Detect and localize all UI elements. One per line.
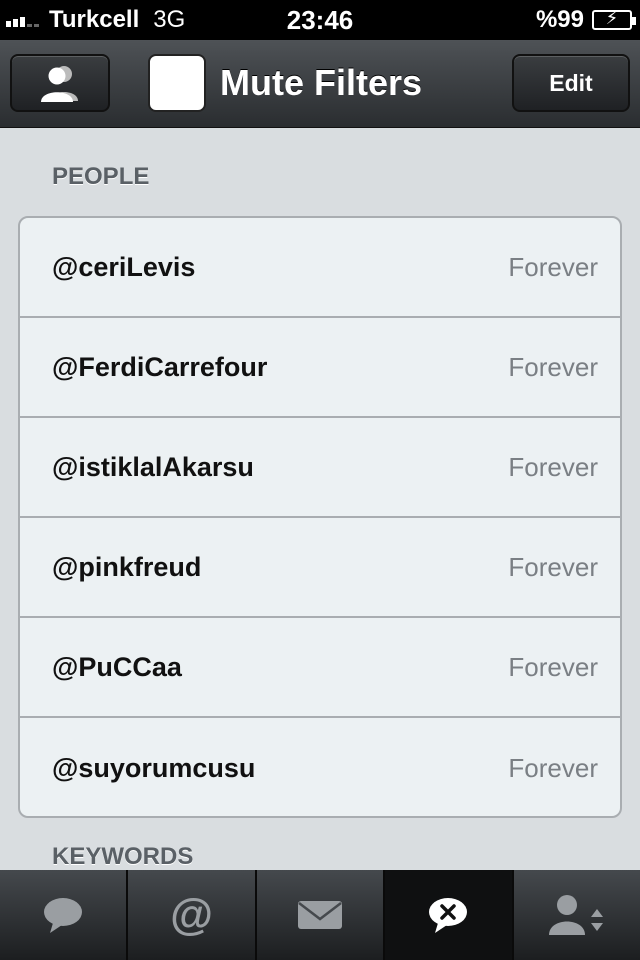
list-item[interactable]: @FerdiCarrefour Forever <box>20 318 620 418</box>
accounts-button[interactable] <box>10 54 110 112</box>
keywords-section-title: KEYWORDS <box>52 843 194 870</box>
mute-duration: Forever <box>508 351 598 382</box>
envelope-icon <box>298 901 343 929</box>
tab-mentions[interactable]: @ <box>128 870 257 960</box>
people-section-title: PEOPLE <box>52 163 150 190</box>
list-item[interactable]: @suyorumcusu Forever <box>20 718 620 816</box>
muted-user-handle: @PuCCaa <box>52 651 182 682</box>
mute-duration: Forever <box>508 752 598 783</box>
tab-timeline[interactable] <box>0 870 129 960</box>
muted-user-handle: @suyorumcusu <box>52 752 256 783</box>
nav-bar: Mute Filters Edit <box>0 40 640 128</box>
tab-messages[interactable] <box>256 870 386 960</box>
battery-icon: ⚡ <box>592 8 636 30</box>
mute-duration: Forever <box>508 551 598 582</box>
muted-user-handle: @istiklalAkarsu <box>52 451 254 482</box>
mute-duration: Forever <box>508 251 598 282</box>
at-sign-icon: @ <box>170 890 214 939</box>
list-item[interactable]: @PuCCaa Forever <box>20 618 620 718</box>
mute-bubble-icon <box>429 898 468 933</box>
user-switch-icon <box>548 895 603 935</box>
tab-mute-filters[interactable] <box>385 870 514 960</box>
battery-percent: %99 <box>535 6 584 33</box>
mute-duration: Forever <box>508 651 598 682</box>
people-icon <box>41 66 78 102</box>
mute-duration: Forever <box>508 451 598 482</box>
status-bar: Turkcell 3G 23:46 %99 ⚡ <box>0 0 640 40</box>
account-thumbnail[interactable] <box>148 54 206 112</box>
muted-user-handle: @FerdiCarrefour <box>52 351 268 382</box>
status-right: %99 ⚡ <box>535 0 636 40</box>
list-item[interactable]: @pinkfreud Forever <box>20 518 620 618</box>
list-item[interactable]: @istiklalAkarsu Forever <box>20 418 620 518</box>
list-item[interactable]: @ceriLevis Forever <box>20 218 620 318</box>
tab-bar: @ <box>0 870 640 960</box>
people-list: @ceriLevis Forever @FerdiCarrefour Forev… <box>18 216 622 818</box>
muted-user-handle: @ceriLevis <box>52 251 196 282</box>
edit-button[interactable]: Edit <box>512 54 630 112</box>
speech-bubble-icon <box>44 898 83 933</box>
muted-user-handle: @pinkfreud <box>52 551 202 582</box>
page-title: Mute Filters <box>220 62 423 103</box>
tab-profile[interactable] <box>513 870 640 960</box>
